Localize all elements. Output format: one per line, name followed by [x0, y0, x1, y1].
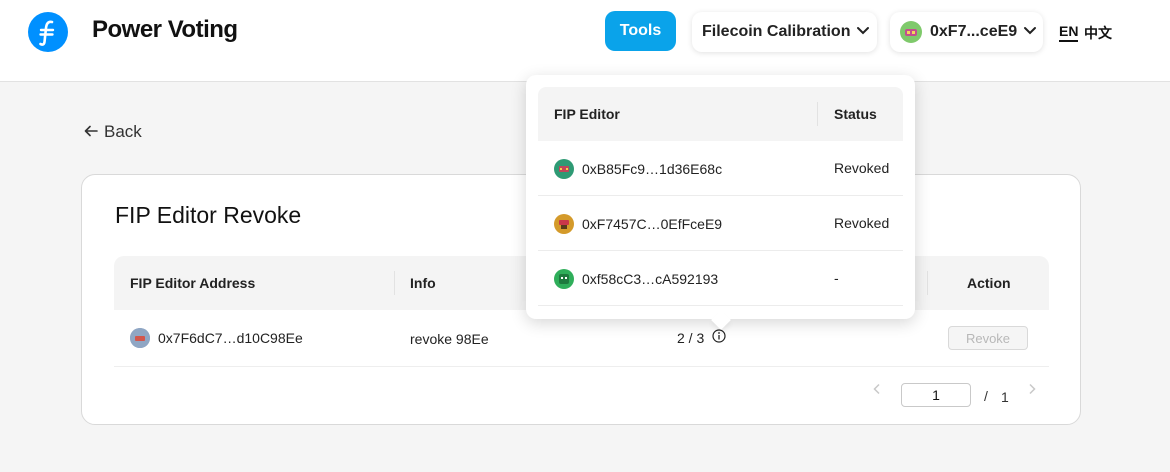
page-input[interactable]: 1	[901, 383, 971, 407]
editor-address: 0xf58cC3…cA592193	[582, 271, 719, 287]
editor-address: 0xB85Fc9…1d36E68c	[582, 161, 723, 177]
popover-header: FIP Editor Status	[538, 87, 903, 141]
network-selector[interactable]: Filecoin Calibration	[692, 12, 877, 52]
info-icon[interactable]	[712, 329, 726, 346]
status-text: Revoked	[834, 160, 890, 176]
column-divider	[394, 271, 395, 295]
back-link[interactable]: Back	[84, 122, 142, 142]
chevron-down-icon	[1023, 23, 1037, 41]
network-label: Filecoin Calibration	[702, 23, 851, 40]
popover-address: 0xB85Fc9…1d36E68c	[554, 159, 722, 179]
chevron-down-icon	[856, 23, 870, 41]
language-zh[interactable]: 中文	[1084, 23, 1112, 43]
avatar	[554, 269, 574, 289]
row-address: 0x7F6dC7…d10C98Ee	[130, 328, 303, 348]
filecoin-logo-icon[interactable]	[28, 12, 68, 52]
list-item: 0xf58cC3…cA592193 -	[538, 251, 903, 306]
page-title: FIP Editor Revoke	[115, 202, 302, 228]
app-title: Power Voting	[92, 16, 238, 43]
page-separator: /	[984, 388, 988, 404]
status-text: Revoked	[834, 215, 890, 231]
popover-address: 0xF7457C…0EfFceE9	[554, 214, 722, 234]
column-header-info: Info	[410, 275, 436, 291]
popover-column-status: Status	[834, 106, 877, 122]
vote-count: 2 / 3	[677, 329, 705, 346]
language-en[interactable]: EN	[1059, 23, 1079, 42]
status-text: -	[834, 270, 839, 286]
revoke-button[interactable]: Revoke	[948, 326, 1028, 350]
wallet-address: 0xF7...ceE9	[930, 23, 1018, 40]
column-header-address: FIP Editor Address	[130, 275, 256, 291]
row-votes: 2 / 3	[677, 329, 726, 346]
editor-address: 0xF7457C…0EfFceE9	[582, 216, 723, 232]
chevron-right-icon[interactable]	[1027, 383, 1037, 395]
page-total: 1	[1001, 389, 1009, 405]
column-divider	[817, 102, 818, 126]
arrow-left-icon	[84, 122, 98, 142]
list-item: 0xF7457C…0EfFceE9 Revoked	[538, 196, 903, 251]
editor-status-popover: FIP Editor Status 0xB85Fc9…1d36E68c Revo…	[526, 75, 915, 330]
column-divider	[927, 271, 928, 295]
chevron-left-icon[interactable]	[872, 383, 882, 395]
popover-address: 0xf58cC3…cA592193	[554, 269, 718, 289]
list-item: 0xB85Fc9…1d36E68c Revoked	[538, 141, 903, 196]
avatar	[554, 214, 574, 234]
editor-address: 0x7F6dC7…d10C98Ee	[158, 330, 303, 346]
back-label: Back	[104, 122, 142, 141]
tools-button[interactable]: Tools	[605, 11, 676, 51]
column-header-action: Action	[967, 275, 1011, 291]
wallet-avatar	[900, 21, 922, 43]
avatar	[130, 328, 150, 348]
top-header: Power Voting Tools Filecoin Calibration …	[0, 0, 1170, 82]
avatar	[554, 159, 574, 179]
wallet-button[interactable]: 0xF7...ceE9	[890, 12, 1043, 52]
row-info: revoke 98Ee	[410, 331, 489, 347]
popover-column-editor: FIP Editor	[554, 106, 620, 122]
